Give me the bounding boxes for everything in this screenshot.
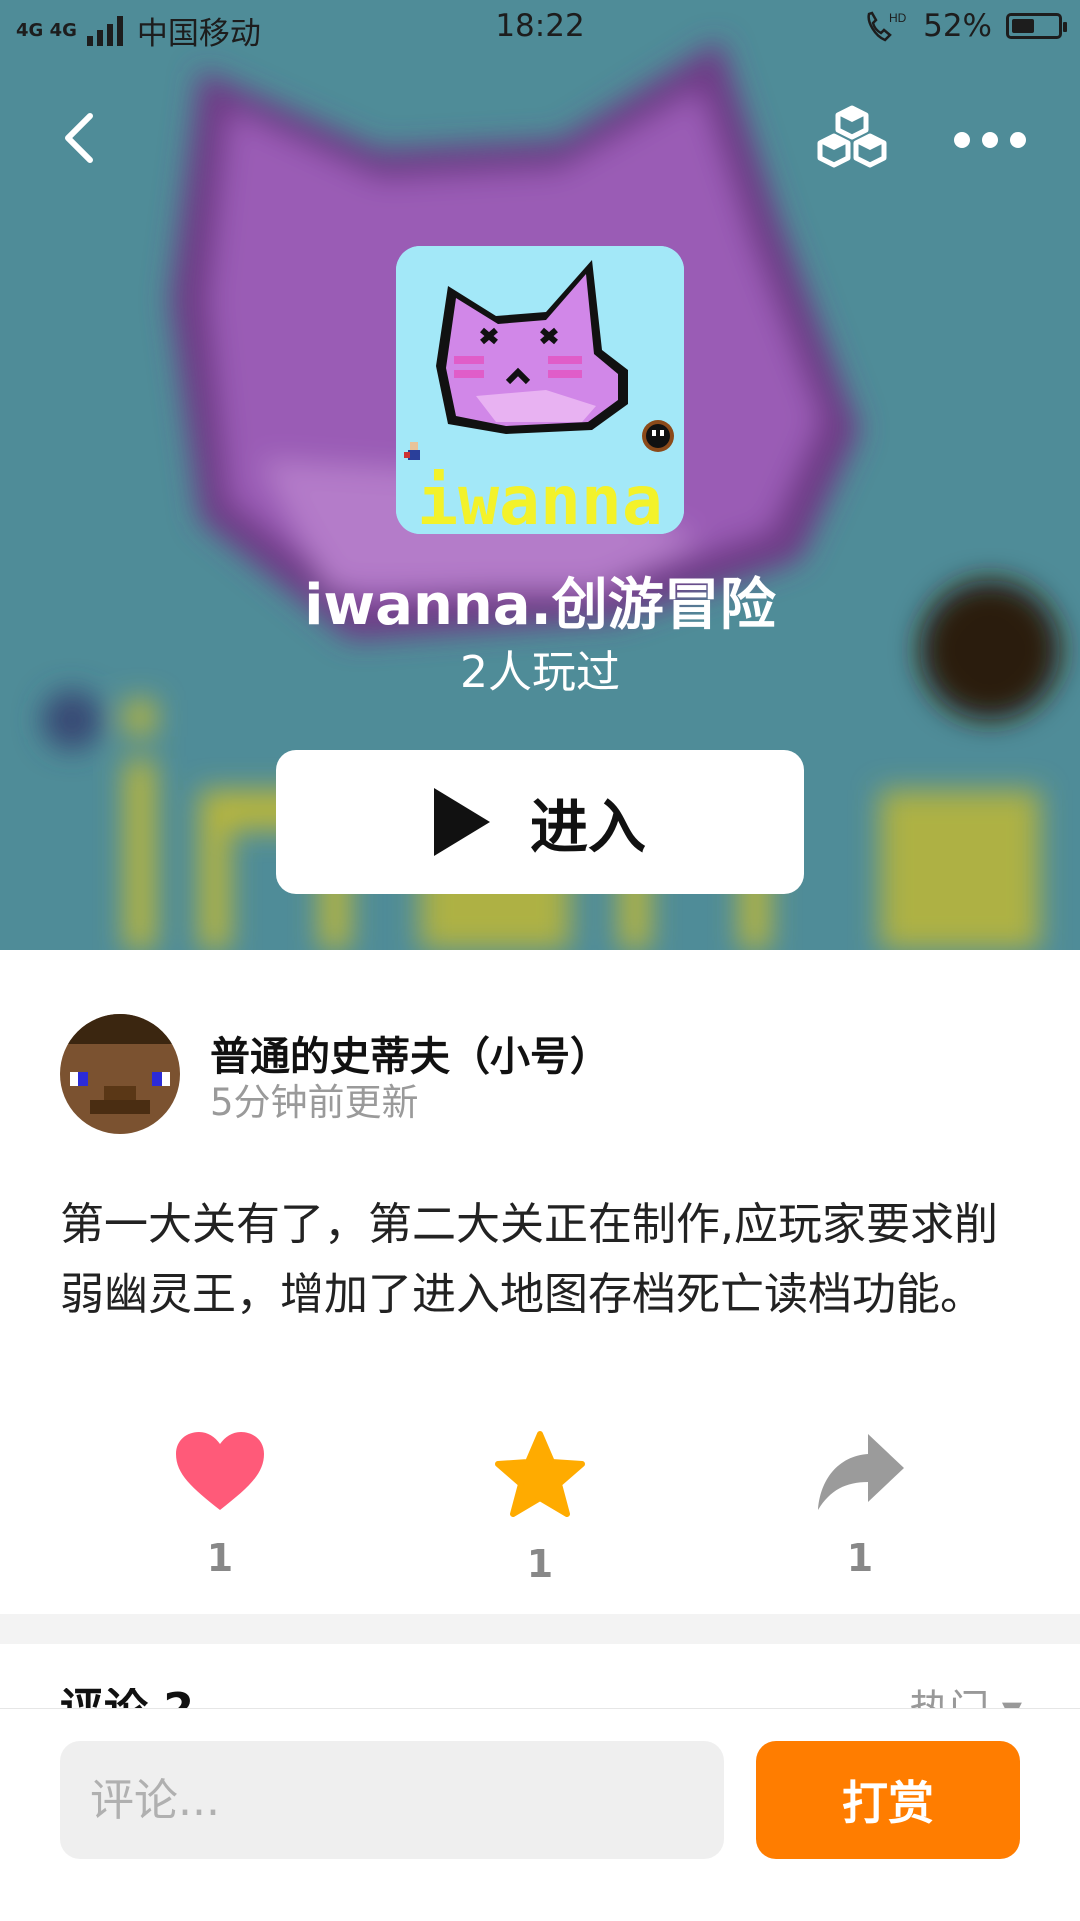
game-header: 4G 4G 中国移动 18:22 HD 52% iwanna iwanna.创游… <box>0 0 1080 950</box>
tip-button[interactable]: 打赏 <box>756 1741 1020 1859</box>
like-count: 1 <box>206 1536 234 1580</box>
battery-icon <box>1006 13 1067 39</box>
enter-game-button[interactable]: 进入 <box>276 750 804 894</box>
favorite-button[interactable]: 1 <box>480 1430 600 1586</box>
more-options-button[interactable] <box>950 120 1030 160</box>
game-icon: iwanna <box>396 246 684 534</box>
updated-time: 5分钟前更新 <box>210 1081 419 1124</box>
share-arrow-icon <box>818 1434 904 1510</box>
svg-text:HD: HD <box>889 11 907 25</box>
heart-icon <box>176 1432 264 1510</box>
related-games-button[interactable] <box>812 104 892 174</box>
back-button[interactable] <box>52 108 112 168</box>
share-count: 1 <box>846 1536 874 1580</box>
favorite-count: 1 <box>526 1542 554 1586</box>
post-content: 第一大关有了，第二大关正在制作,应玩家要求削弱幽灵王，增加了进入地图存档死亡读档… <box>60 1199 998 1320</box>
comments-heading: 评论 2 <box>60 1688 194 1710</box>
comments-sort[interactable]: 热门 ▾ <box>909 1688 1022 1708</box>
players-count: 2人玩过 <box>460 647 620 698</box>
chevron-left-icon <box>65 113 93 163</box>
phone-hd-icon: HD <box>867 11 907 42</box>
icon-wordmark: iwanna <box>417 462 663 534</box>
game-title: iwanna.创游冒险 <box>304 573 776 638</box>
pixel-cat-icon: iwanna <box>396 246 684 534</box>
star-icon <box>495 1431 585 1517</box>
status-bar: 4G 4G 中国移动 18:22 HD 52% <box>0 0 1080 56</box>
enter-label: 进入 <box>529 793 646 861</box>
bottom-action-bar: 打赏 <box>0 1708 1080 1921</box>
section-divider <box>0 1614 1080 1644</box>
author-avatar[interactable] <box>60 1014 180 1134</box>
comment-input[interactable] <box>60 1741 724 1859</box>
play-icon <box>433 788 490 856</box>
battery-percent: 52% <box>923 8 992 44</box>
more-dots-icon <box>954 132 1026 148</box>
share-button[interactable]: 1 <box>800 1430 920 1580</box>
steve-avatar-icon <box>60 1014 180 1134</box>
like-button[interactable]: 1 <box>160 1430 280 1580</box>
cubes-icon <box>817 105 887 168</box>
